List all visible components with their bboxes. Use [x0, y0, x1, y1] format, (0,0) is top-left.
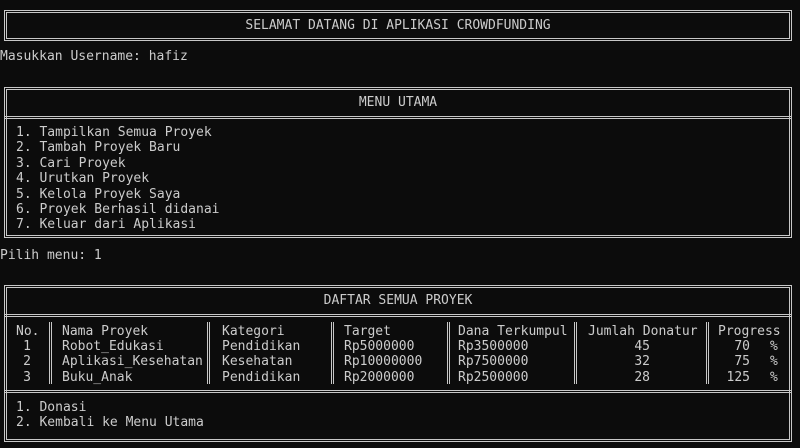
- main-menu-title: MENU UTAMA: [358, 95, 438, 110]
- table-row-no: 2: [23, 354, 31, 369]
- table-row-percent-sign: %: [770, 354, 778, 369]
- table-row-collected: Rp3500000: [458, 339, 529, 354]
- menu-item-2: 2. Tambah Proyek Baru: [16, 140, 181, 155]
- header-category: Kategori: [222, 324, 285, 339]
- table-row-no: 3: [23, 370, 31, 385]
- menu-item-3: 3. Cari Proyek: [16, 156, 126, 171]
- table-row-name: Buku_Anak: [62, 370, 133, 385]
- table-row-name: Robot_Edukasi: [62, 339, 164, 354]
- username-prompt: Masukkan Username: hafiz: [0, 49, 188, 64]
- column-divider: [574, 322, 577, 384]
- menu-item-5: 5. Kelola Proyek Saya: [16, 187, 181, 202]
- main-menu-divider: [4, 116, 792, 119]
- table-row-percent-sign: %: [770, 339, 778, 354]
- table-row-collected: Rp2500000: [458, 370, 529, 385]
- table-row-target: Rp2000000: [344, 370, 415, 385]
- menu-item-4: 4. Urutkan Proyek: [16, 171, 150, 186]
- table-row-target: Rp10000000: [344, 354, 423, 369]
- column-divider: [331, 322, 334, 384]
- header-target: Target: [344, 324, 391, 339]
- table-row-progress: 70: [734, 339, 750, 354]
- menu-item-7: 7. Keluar dari Aplikasi: [16, 217, 197, 232]
- table-row-progress: 125: [726, 370, 750, 385]
- menu-item-6: 6. Proyek Berhasil didanai: [16, 202, 220, 217]
- table-row-progress: 75: [734, 354, 750, 369]
- menu-choice-prompt: Pilih menu: 1: [0, 248, 102, 263]
- column-divider: [706, 322, 709, 384]
- table-row-collected: Rp7500000: [458, 354, 529, 369]
- welcome-banner-text: SELAMAT DATANG DI APLIKASI CROWDFUNDING: [245, 18, 551, 33]
- header-collected-funds: Dana Terkumpul: [458, 324, 568, 339]
- table-row-name: Aplikasi_Kesehatan: [62, 354, 203, 369]
- table-row-category: Kesehatan: [222, 354, 293, 369]
- table-row-donors: 32: [634, 354, 650, 369]
- table-row-no: 1: [23, 339, 31, 354]
- action-donate: 1. Donasi: [16, 400, 87, 415]
- table-row-donors: 28: [634, 370, 650, 385]
- menu-item-1: 1. Tampilkan Semua Proyek: [16, 125, 212, 140]
- header-progress: Progress: [718, 324, 781, 339]
- project-list-title: DAFTAR SEMUA PROYEK: [323, 293, 473, 308]
- table-row-target: Rp5000000: [344, 339, 415, 354]
- table-row-donors: 45: [634, 339, 650, 354]
- table-row-percent-sign: %: [770, 370, 778, 385]
- header-donor-count: Jumlah Donatur: [588, 324, 698, 339]
- table-bottom-divider: [4, 390, 792, 393]
- project-list-title-divider: [4, 314, 792, 317]
- header-project-name: Nama Proyek: [62, 324, 149, 339]
- column-divider: [447, 322, 450, 384]
- table-row-category: Pendidikan: [222, 339, 301, 354]
- column-divider: [49, 322, 52, 384]
- column-divider: [207, 322, 210, 384]
- table-row-category: Pendidikan: [222, 370, 301, 385]
- action-back-to-main-menu: 2. Kembali ke Menu Utama: [16, 415, 204, 430]
- header-no: No.: [16, 324, 40, 339]
